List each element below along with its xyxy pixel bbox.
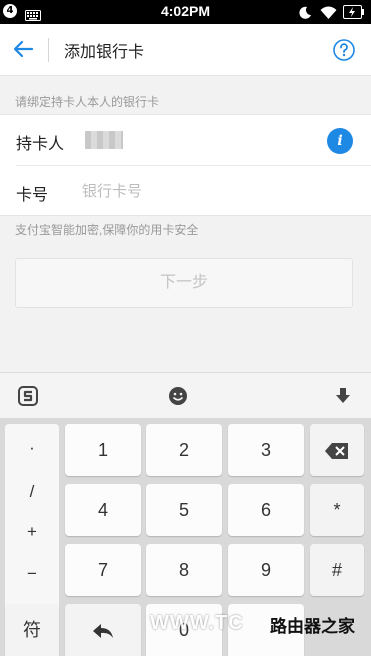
header-divider [48, 38, 49, 62]
key-2[interactable]: 2 [146, 424, 222, 476]
sogou-logo-icon[interactable] [18, 386, 38, 410]
symbol-key-slash[interactable]: / [5, 482, 59, 502]
status-bar: 4 4:02PM [0, 0, 371, 24]
return-key[interactable] [65, 604, 141, 656]
card-number-input[interactable] [82, 178, 342, 204]
watermark-text: WWW.TC [150, 612, 244, 634]
emoji-icon[interactable] [168, 386, 188, 410]
key-8[interactable]: 8 [146, 544, 222, 596]
hide-keyboard-arrow-icon[interactable] [334, 387, 352, 409]
back-arrow-icon[interactable] [12, 38, 34, 64]
battery-icon [343, 4, 365, 24]
holder-label: 持卡人 [16, 136, 65, 153]
holder-name-blurred [85, 131, 123, 149]
backspace-icon [325, 443, 348, 460]
key-9[interactable]: 9 [228, 544, 304, 596]
wifi-icon [320, 5, 337, 24]
card-form: 持卡人 i 卡号 [0, 114, 371, 216]
key-3[interactable]: 3 [228, 424, 304, 476]
symbol-key-dot[interactable]: · [5, 438, 59, 458]
backspace-key[interactable] [310, 424, 364, 476]
page-title: 添加银行卡 [64, 44, 145, 61]
app-header: 添加银行卡 [0, 24, 371, 76]
key-4[interactable]: 4 [65, 484, 141, 536]
watermark-text-cn: 路由器之家 [270, 617, 355, 636]
status-time: 4:02PM [160, 3, 211, 19]
info-icon[interactable]: i [327, 128, 353, 154]
key-5[interactable]: 5 [146, 484, 222, 536]
key-6[interactable]: 6 [228, 484, 304, 536]
next-step-button[interactable]: 下一步 [15, 258, 353, 308]
symbol-switch-key[interactable]: 符 [5, 604, 59, 656]
key-1[interactable]: 1 [65, 424, 141, 476]
security-hint: 支付宝智能加密,保障你的用卡安全 [15, 223, 199, 237]
symbol-key-plus[interactable]: + [5, 522, 59, 542]
return-arrow-icon [93, 624, 113, 639]
help-icon[interactable] [333, 39, 355, 65]
keyboard-toolbar [0, 372, 371, 418]
symbol-key-minus[interactable]: − [5, 564, 59, 584]
card-number-label: 卡号 [16, 187, 49, 204]
bind-hint: 请绑定持卡人本人的银行卡 [15, 95, 160, 109]
key-7[interactable]: 7 [65, 544, 141, 596]
key-asterisk[interactable]: * [310, 484, 364, 536]
holder-row: 持卡人 i [0, 115, 371, 166]
moon-icon [298, 5, 312, 24]
card-number-row[interactable]: 卡号 [0, 166, 371, 216]
key-hash[interactable]: # [310, 544, 364, 596]
